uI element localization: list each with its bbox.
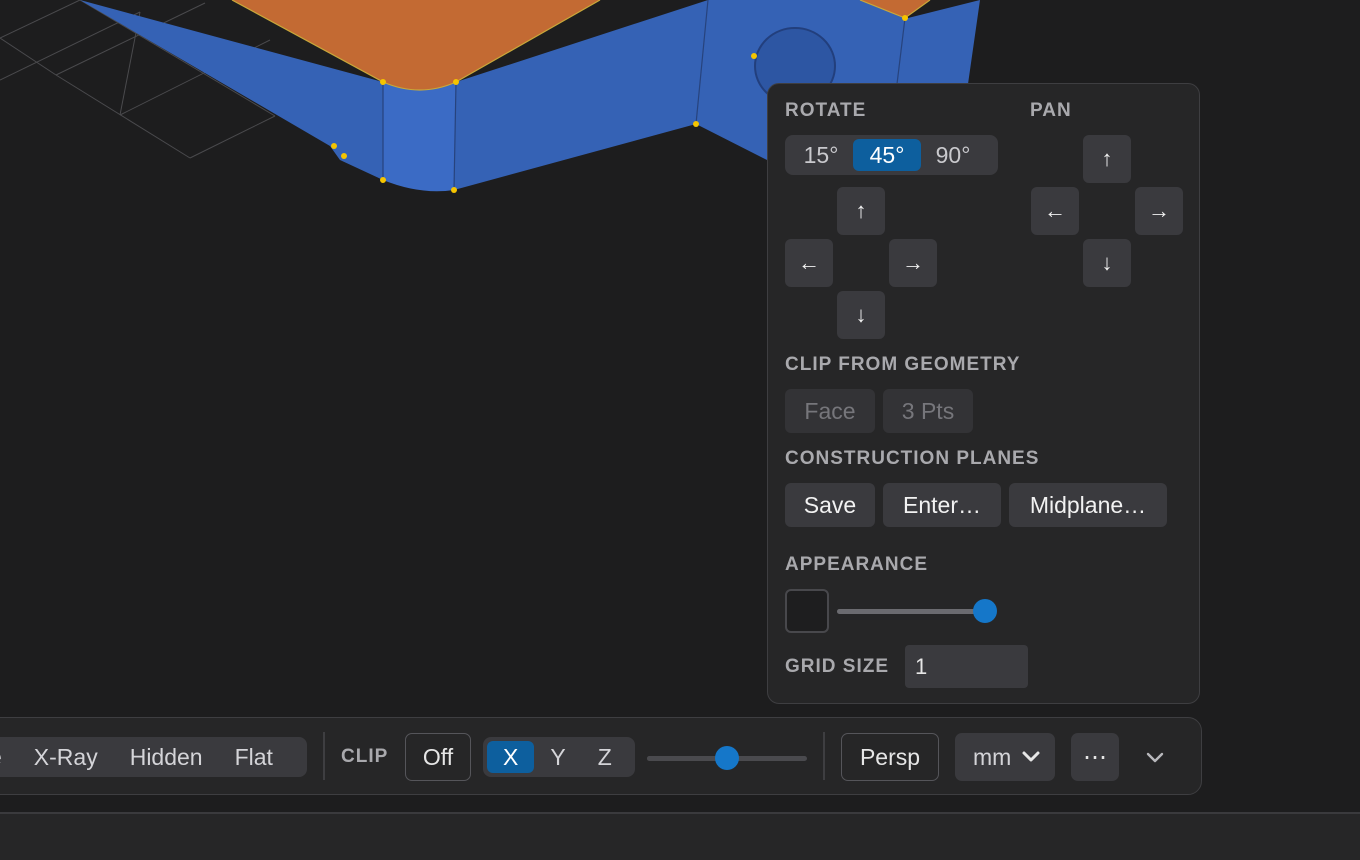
unit-select-value: mm [973, 743, 1012, 770]
render-mode-flat[interactable]: Flat [219, 741, 289, 773]
perspective-toggle-button[interactable]: Persp [841, 733, 939, 781]
clip-from-geometry-label: CLIP FROM GEOMETRY [785, 354, 1021, 375]
clip-axis-z[interactable]: Z [582, 741, 628, 773]
appearance-color-swatch[interactable] [785, 589, 829, 633]
clip-axis-y[interactable]: Y [534, 741, 581, 773]
render-mode-selector: e X-Ray Hidden Flat [0, 737, 307, 777]
clip-label: CLIP [341, 746, 389, 767]
grid-size-label: GRID SIZE [785, 656, 890, 677]
rotate-step-90[interactable]: 90° [921, 139, 985, 171]
rotate-step-selector: 15° 45° 90° [785, 135, 998, 175]
opacity-slider-thumb[interactable] [973, 599, 997, 623]
save-plane-button[interactable]: Save [785, 483, 875, 527]
rotate-left-button[interactable]: ← [785, 239, 833, 287]
view-options-panel: ROTATE 15° 45° 90° ↑ ← → ↓ PAN ↑ ← → ↓ C… [767, 83, 1200, 704]
unit-select[interactable]: mm [955, 733, 1055, 781]
more-options-button[interactable]: ⋯ [1071, 733, 1119, 781]
toolbar-divider [823, 732, 825, 780]
collapse-toolbar-button[interactable] [1131, 733, 1179, 781]
enter-plane-button[interactable]: Enter… [883, 483, 1001, 527]
render-mode-xray[interactable]: X-Ray [18, 741, 114, 773]
rotate-up-button[interactable]: ↑ [837, 187, 885, 235]
pan-left-button[interactable]: ← [1031, 187, 1079, 235]
clip-3pts-button[interactable]: 3 Pts [883, 389, 973, 433]
rotate-label: ROTATE [785, 100, 867, 121]
render-mode-shaded[interactable]: e [0, 741, 18, 773]
model-corner [383, 82, 456, 192]
clip-off-button[interactable]: Off [405, 733, 471, 781]
clip-axis-selector: X Y Z [483, 737, 635, 777]
rotate-step-15[interactable]: 15° [789, 139, 853, 171]
appearance-label: APPEARANCE [785, 554, 929, 575]
appearance-opacity-slider[interactable] [837, 599, 997, 623]
pan-up-button[interactable]: ↑ [1083, 135, 1131, 183]
chevron-down-icon [1021, 750, 1041, 764]
status-bar [0, 812, 1360, 860]
toolbar-divider [323, 732, 325, 780]
chevron-down-icon [1144, 750, 1166, 764]
grid-size-input[interactable] [905, 645, 1028, 688]
rotate-down-button[interactable]: ↓ [837, 291, 885, 339]
opacity-slider-fill [837, 609, 985, 614]
pan-right-button[interactable]: → [1135, 187, 1183, 235]
rotate-step-45[interactable]: 45° [853, 139, 921, 171]
clip-face-button[interactable]: Face [785, 389, 875, 433]
pan-down-button[interactable]: ↓ [1083, 239, 1131, 287]
bottom-toolbar: e X-Ray Hidden Flat CLIP Off X Y Z Persp… [0, 717, 1202, 795]
rotate-right-button[interactable]: → [889, 239, 937, 287]
construction-planes-label: CONSTRUCTION PLANES [785, 448, 1040, 469]
clip-axis-x[interactable]: X [487, 741, 535, 773]
render-mode-hidden[interactable]: Hidden [114, 741, 219, 773]
clip-slider-thumb[interactable] [715, 746, 739, 770]
clip-position-slider[interactable] [647, 746, 807, 770]
midplane-button[interactable]: Midplane… [1009, 483, 1167, 527]
pan-label: PAN [1030, 100, 1072, 121]
